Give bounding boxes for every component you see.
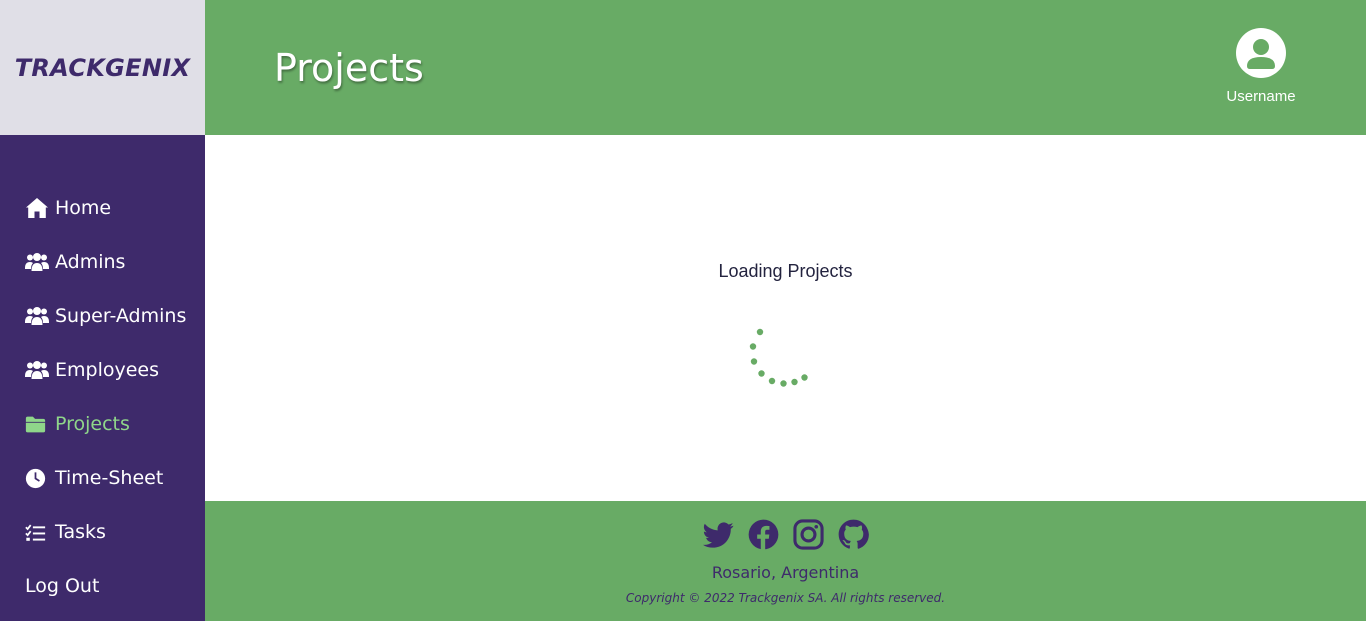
sidebar-item-time-sheet[interactable]: Time-Sheet [25,464,163,492]
github-icon [838,519,869,549]
sidebar-item-employees[interactable]: Employees [25,356,159,384]
logo-area: TRACKGENIX [0,0,205,135]
loading-spinner-icon [749,328,808,387]
sidebar-item-label: Employees [55,359,159,381]
home-icon [25,197,51,219]
github-link[interactable] [838,519,869,550]
sidebar-item-logout[interactable]: Log Out [25,572,99,600]
twitter-link[interactable] [702,519,734,550]
sidebar-item-admins[interactable]: Admins [25,248,125,276]
clock-icon [25,467,51,489]
folder-icon [25,413,51,435]
sidebar-item-label: Time-Sheet [55,467,164,489]
app-logo: TRACKGENIX [14,53,191,82]
users-icon [25,305,51,327]
username-label: Username [1226,88,1296,105]
copyright-text: Copyright © 2022 Trackgenix SA. All righ… [625,591,946,605]
sidebar-item-label: Admins [55,251,126,273]
user-circle-icon [1236,28,1286,78]
loading-message: Loading Projects [718,261,853,281]
main-content: Loading Projects [205,135,1366,501]
sidebar-item-label: Home [55,197,112,219]
sidebar: Home Admins Super-Admins Employees Proje… [0,135,205,621]
users-icon [25,251,51,273]
facebook-icon [748,519,778,550]
social-links [205,519,1366,550]
footer: Rosario, Argentina Copyright © 2022 Trac… [205,501,1366,621]
facebook-link[interactable] [748,519,779,550]
sidebar-item-label: Projects [55,413,130,435]
instagram-icon [792,519,824,550]
user-profile[interactable]: Username [1220,28,1302,108]
sidebar-item-label: Log Out [25,575,100,597]
twitter-icon [702,522,733,548]
sidebar-item-tasks[interactable]: Tasks [25,518,106,546]
location-text: Rosario, Argentina [711,563,860,582]
sidebar-item-label: Tasks [55,521,106,543]
sidebar-item-super-admins[interactable]: Super-Admins [25,302,186,330]
top-header: Projects Username [205,0,1366,135]
sidebar-item-projects[interactable]: Projects [25,410,130,438]
users-icon [25,359,51,381]
instagram-link[interactable] [792,519,824,550]
sidebar-item-home[interactable]: Home [25,194,111,222]
list-check-icon [25,521,51,543]
page-title: Projects [274,46,424,90]
sidebar-item-label: Super-Admins [55,305,187,327]
